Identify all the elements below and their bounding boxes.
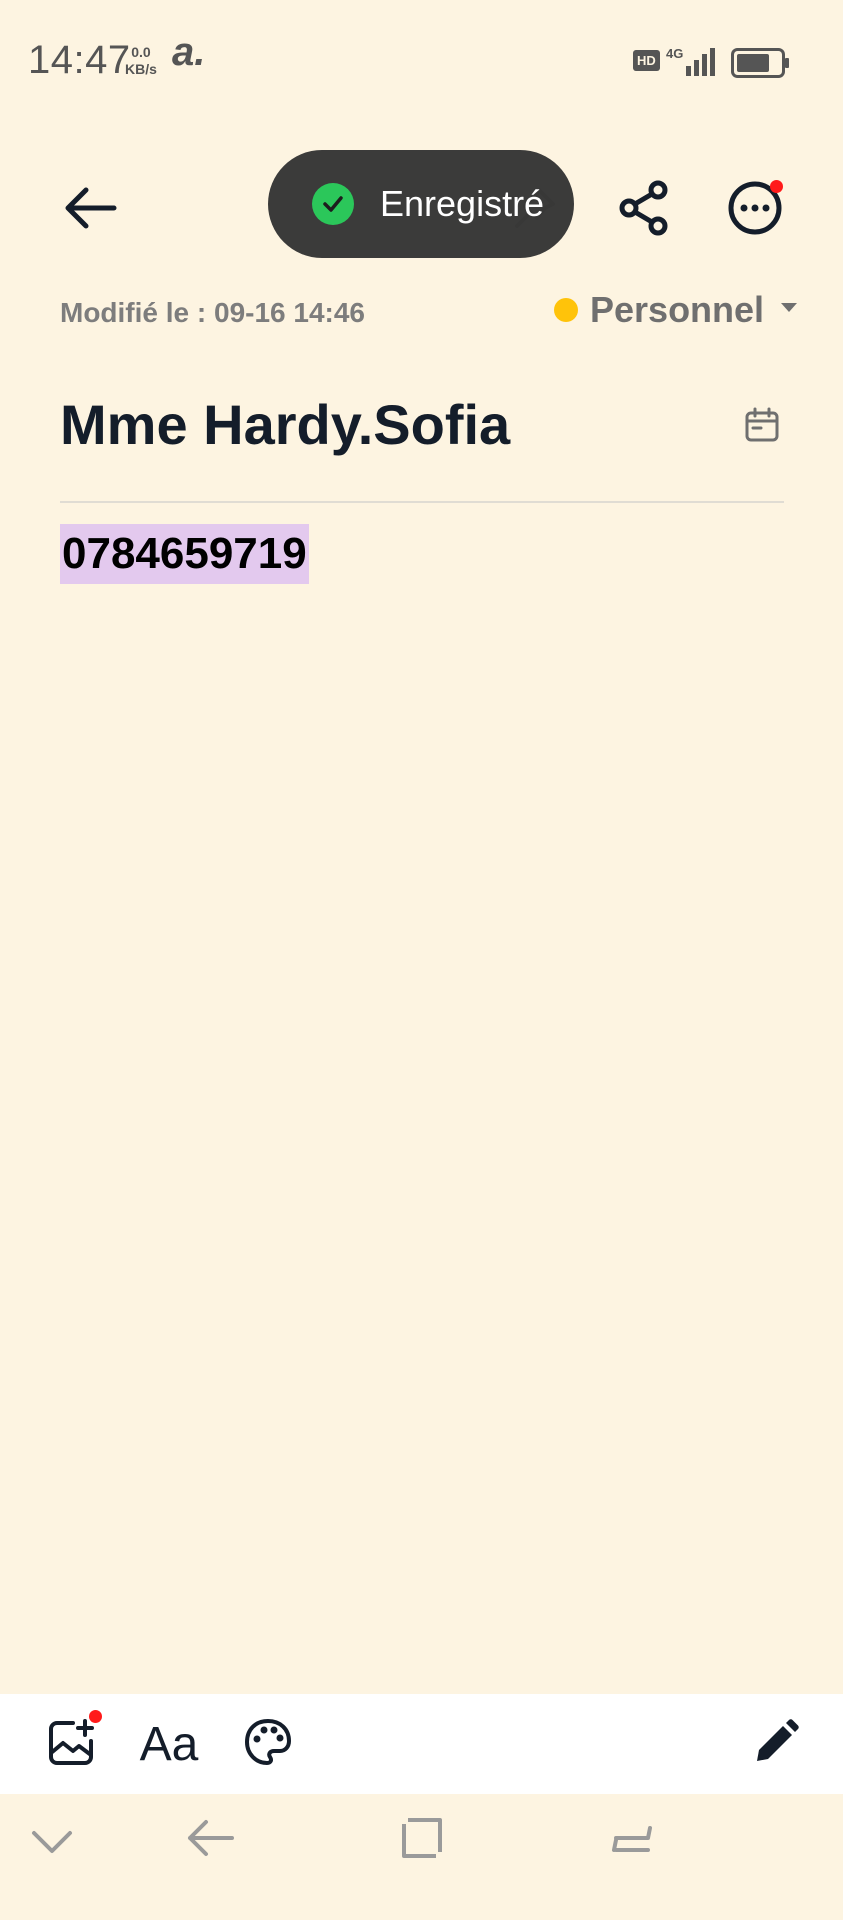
calendar-icon [744,407,780,448]
check-circle-icon [312,183,354,225]
back-button[interactable] [50,170,130,250]
insert-image-button[interactable] [40,1710,104,1776]
saved-toast: Enregistré [268,150,574,258]
chevron-down-icon [30,1829,74,1860]
nav-home-button[interactable] [382,1800,462,1880]
nav-back-icon [184,1816,236,1865]
notification-dot [770,180,783,193]
notification-dot [89,1710,102,1723]
caret-down-icon [780,301,798,319]
hd-badge: HD [633,50,660,71]
text-format-button[interactable]: Aa [134,1712,204,1776]
square-icon [400,1816,444,1865]
network-speed-value: 0.0 [131,44,151,60]
recents-icon [610,1816,654,1865]
pencil-icon [753,1718,799,1770]
modified-date: Modifié le : 09-16 14:46 [60,297,366,328]
system-nav-bar [0,1794,843,1920]
category-selector[interactable]: Personnel [554,289,798,331]
text-format-icon: Aa [139,1717,199,1771]
note-title[interactable]: Mme Hardy.Sofia [60,392,510,457]
reminder-button[interactable] [740,405,784,449]
network-speed-unit: KB/s [125,61,157,77]
network-speed: 0.0 KB/s [125,44,157,78]
palette-icon [243,1717,293,1772]
network-type: 4G [666,46,684,61]
image-add-icon [47,1717,97,1772]
note-body[interactable]: 0784659719 [60,524,309,584]
battery-icon [731,48,791,83]
status-time: 14:47 [28,38,131,82]
more-options-button[interactable] [715,170,795,250]
carrier-logo: a. [172,30,206,74]
arrow-left-icon [62,186,118,235]
signal-icon [686,48,718,81]
nav-recents-button[interactable] [592,1800,672,1880]
color-palette-button[interactable] [236,1712,300,1776]
category-color-dot [554,298,578,322]
edit-button[interactable] [744,1712,808,1776]
category-label: Personnel [590,289,765,330]
toast-message: Enregistré [380,183,545,224]
title-divider [60,501,784,503]
share-icon [618,180,672,241]
share-button[interactable] [605,170,685,250]
nav-back-button[interactable] [170,1800,250,1880]
nav-collapse-button[interactable] [12,1804,92,1884]
editor-toolbar: Aa [0,1694,843,1794]
